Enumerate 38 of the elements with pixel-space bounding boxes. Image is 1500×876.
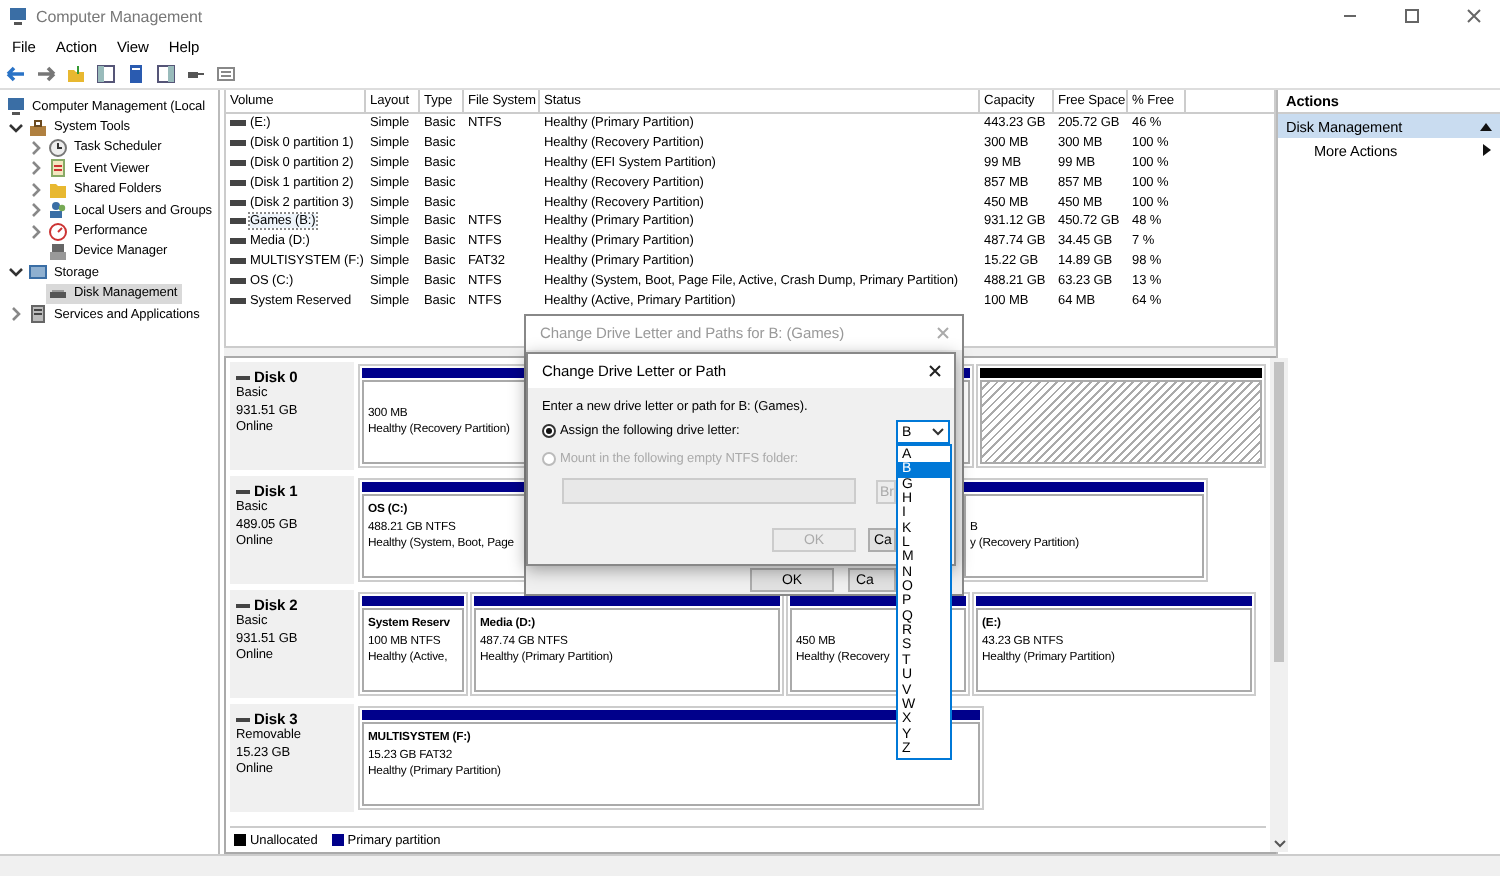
drive-icon <box>236 602 250 611</box>
computer-icon <box>6 96 26 117</box>
close-icon[interactable] <box>928 364 942 378</box>
toolbox-icon <box>28 117 48 138</box>
maximize-icon[interactable] <box>1403 8 1419 24</box>
chevron-down-icon[interactable] <box>7 264 23 281</box>
radio-button[interactable] <box>542 424 556 438</box>
list-icon[interactable] <box>216 64 236 84</box>
unallocated-space[interactable] <box>976 364 1266 468</box>
folder-icon[interactable] <box>66 64 86 84</box>
chevron-right-icon[interactable] <box>27 181 43 198</box>
drive-icon <box>236 488 250 497</box>
gauge-icon <box>48 221 68 242</box>
panel-icon[interactable] <box>96 64 116 84</box>
clock-icon <box>48 137 68 158</box>
chevron-right-icon[interactable] <box>27 202 43 219</box>
scrollbar[interactable] <box>1270 358 1288 852</box>
back-icon[interactable] <box>6 64 26 84</box>
scroll-down-icon[interactable] <box>1273 840 1285 848</box>
expand-icon <box>1482 144 1492 156</box>
chevron-down-icon[interactable] <box>7 119 23 136</box>
storage-icon <box>28 262 48 283</box>
forward-icon[interactable] <box>36 64 56 84</box>
server-icon <box>28 304 48 325</box>
panel-icon[interactable] <box>156 64 176 84</box>
chevron-right-icon[interactable] <box>27 223 43 240</box>
chevron-right-icon[interactable] <box>7 306 23 323</box>
app-icon <box>8 6 28 26</box>
chevron-down-icon <box>932 428 944 436</box>
window-title: Computer Management <box>36 7 205 25</box>
users-icon <box>48 200 68 221</box>
drive-icon <box>236 374 250 383</box>
drive-icon <box>236 716 250 725</box>
chevron-right-icon[interactable] <box>27 160 43 177</box>
log-icon <box>48 158 68 179</box>
device-icon <box>48 241 68 262</box>
collapse-icon <box>1480 121 1492 131</box>
folder-icon <box>48 179 68 200</box>
